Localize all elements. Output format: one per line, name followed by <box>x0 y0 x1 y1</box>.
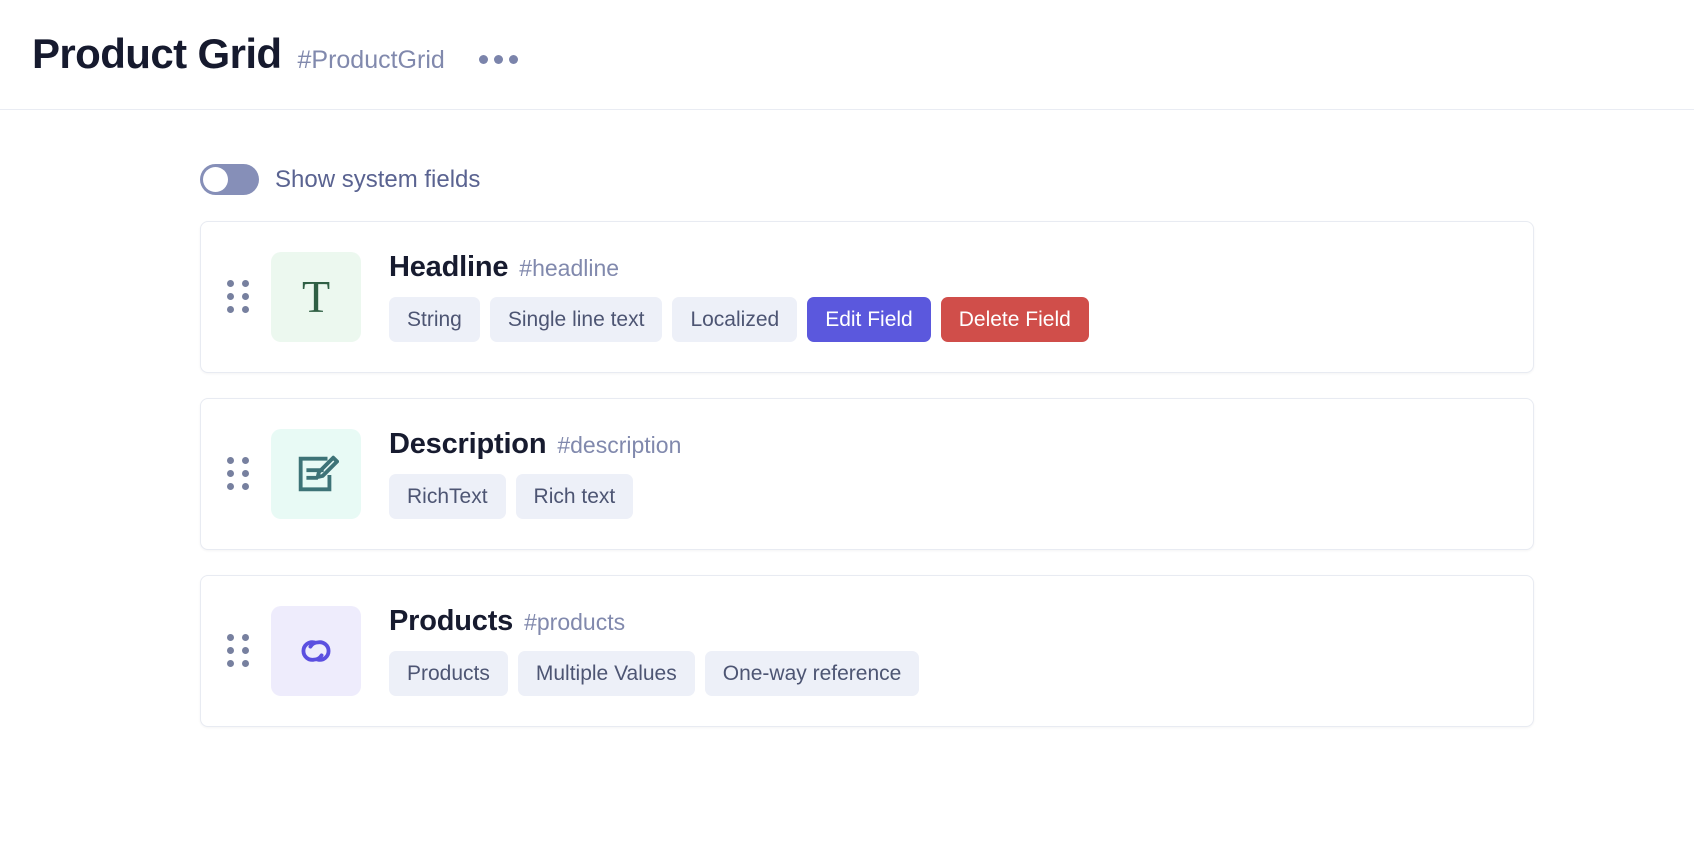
text-glyph: T <box>301 271 331 322</box>
field-tag: Single line text <box>489 296 663 343</box>
field-body: Headline #headline String Single line tex… <box>389 250 1507 343</box>
field-slug: #headline <box>519 254 620 281</box>
dot <box>493 55 503 64</box>
field-name-row: Description #description <box>389 427 1507 461</box>
dot <box>227 634 234 641</box>
main-content: Show system fields T Headline #headline … <box>0 164 1694 727</box>
field-card-description[interactable]: Description #description RichText Rich te… <box>200 398 1534 550</box>
page-title: Product Grid <box>32 30 282 77</box>
field-tag: One-way reference <box>704 650 920 697</box>
show-system-fields-toggle[interactable] <box>200 164 259 195</box>
drag-handle[interactable] <box>227 634 253 668</box>
dot <box>242 457 249 464</box>
field-tag: Localized <box>672 296 798 343</box>
dot <box>227 660 234 667</box>
field-card-products[interactable]: Products #products Products Multiple Valu… <box>200 575 1534 727</box>
text-type-icon: T <box>271 252 361 342</box>
dot <box>227 647 234 654</box>
dot <box>242 647 249 654</box>
field-slug: #description <box>557 431 682 458</box>
link-reference-icon <box>271 606 361 696</box>
dot <box>242 470 249 477</box>
drag-handle[interactable] <box>227 457 253 491</box>
field-chips: String Single line text Localized Edit Fiel… <box>389 296 1507 343</box>
dot <box>227 470 234 477</box>
drag-handle[interactable] <box>227 280 253 314</box>
dot <box>227 280 234 287</box>
field-tag: String <box>389 296 480 343</box>
dot <box>242 293 249 300</box>
field-name-row: Headline #headline <box>389 250 1507 284</box>
dot <box>227 483 234 490</box>
more-options-icon[interactable] <box>475 47 522 72</box>
field-tag: Products <box>389 650 508 697</box>
dot <box>242 306 249 313</box>
dot <box>242 660 249 667</box>
title-row: Product Grid #ProductGrid <box>32 33 522 76</box>
field-tag: Rich text <box>515 473 634 520</box>
dot <box>242 634 249 641</box>
dot <box>227 293 234 300</box>
dot <box>242 280 249 287</box>
delete-field-button[interactable]: Delete Field <box>940 296 1089 343</box>
field-slug: #products <box>524 608 626 635</box>
field-name: Products <box>389 604 514 637</box>
dot <box>508 55 518 64</box>
field-tag: Multiple Values <box>517 650 695 697</box>
rich-text-icon <box>271 429 361 519</box>
show-system-fields-label: Show system fields <box>275 165 481 193</box>
page-slug: #ProductGrid <box>297 46 445 74</box>
edit-field-button[interactable]: Edit Field <box>807 296 931 343</box>
field-chips: Products Multiple Values One-way reference <box>389 650 1507 697</box>
toggle-knob <box>203 167 228 192</box>
content-inner: Show system fields T Headline #headline … <box>200 164 1534 727</box>
field-card-headline[interactable]: T Headline #headline String Single line t… <box>200 221 1534 373</box>
dot <box>242 483 249 490</box>
field-list: T Headline #headline String Single line t… <box>200 221 1534 727</box>
page-header: Product Grid #ProductGrid <box>0 0 1694 110</box>
field-tag: RichText <box>389 473 506 520</box>
dot <box>227 457 234 464</box>
field-name: Headline <box>389 250 509 283</box>
field-name: Description <box>389 427 547 460</box>
field-chips: RichText Rich text <box>389 473 1507 520</box>
dot <box>478 55 488 64</box>
dot <box>227 306 234 313</box>
field-body: Description #description RichText Rich te… <box>389 427 1507 520</box>
show-system-fields-row: Show system fields <box>200 164 1534 195</box>
field-body: Products #products Products Multiple Valu… <box>389 604 1507 697</box>
field-name-row: Products #products <box>389 604 1507 638</box>
